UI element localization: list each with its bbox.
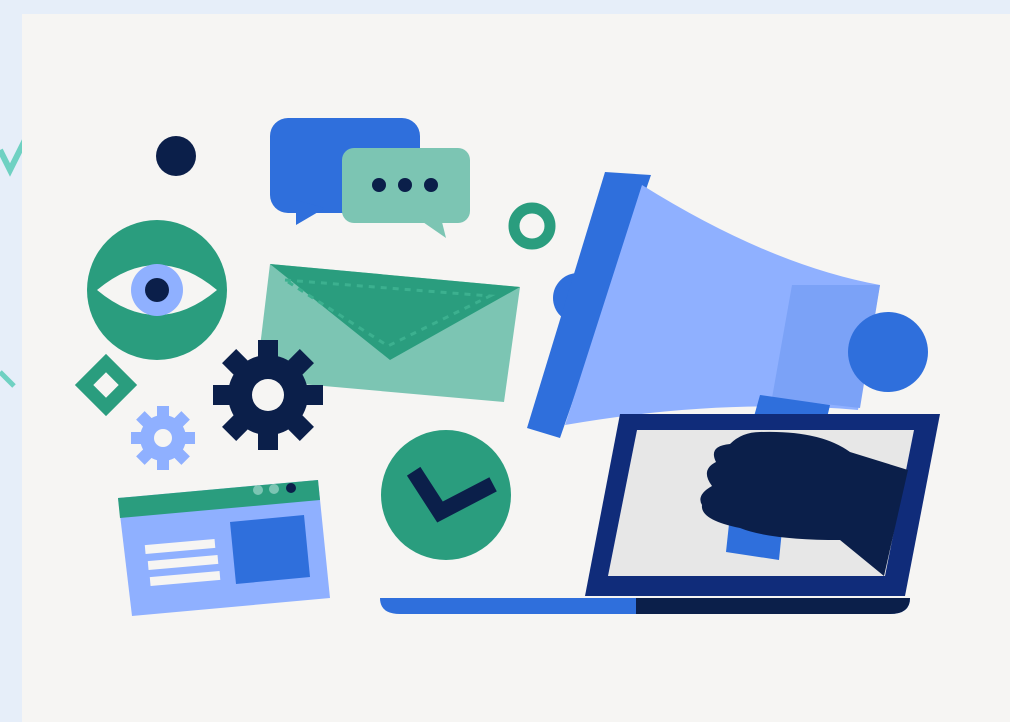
illustration-stage (0, 0, 1010, 722)
gear-icon (213, 340, 323, 450)
eye-icon (87, 220, 227, 360)
browser-window-icon (118, 480, 330, 616)
check-circle-icon (381, 430, 511, 560)
marketing-illustration (0, 0, 1010, 722)
small-gear-icon (131, 406, 195, 470)
dot-icon (156, 136, 196, 176)
